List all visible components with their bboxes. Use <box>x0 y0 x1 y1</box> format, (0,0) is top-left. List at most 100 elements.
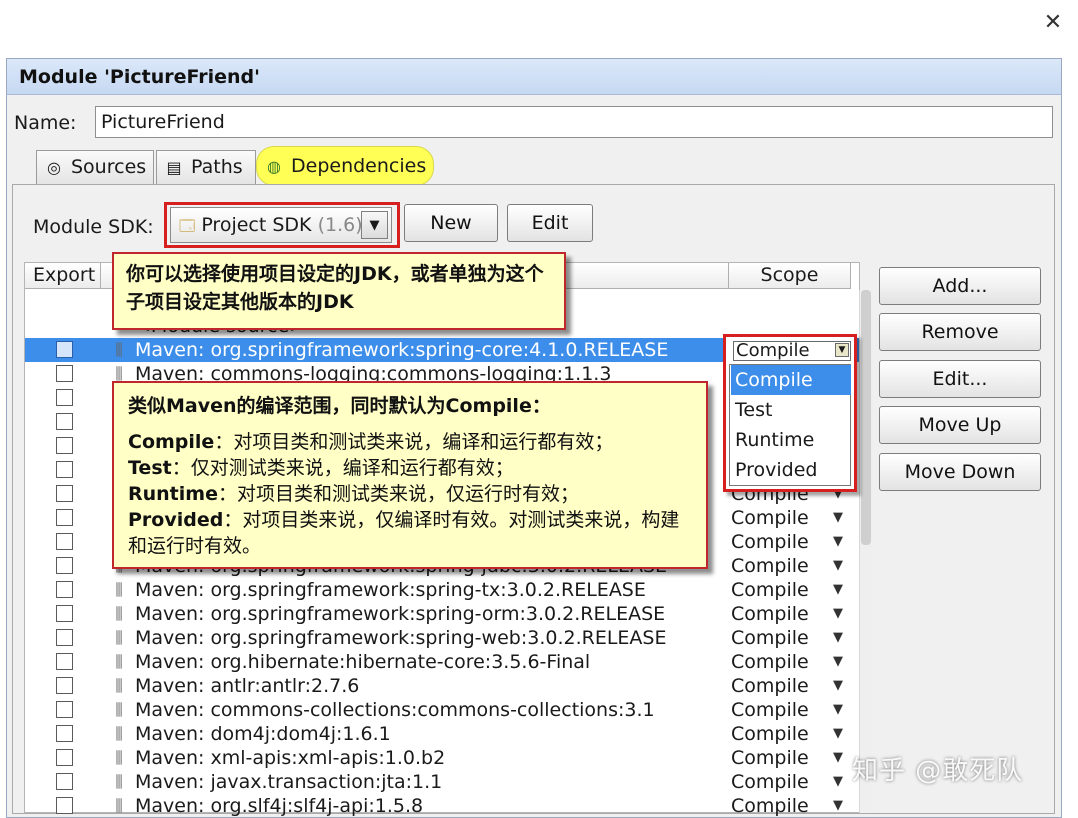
library-icon: ⫼ <box>115 340 123 359</box>
library-icon: ⫼ <box>115 580 123 599</box>
table-row[interactable]: ⫼ Maven: org.hibernate:hibernate-core:3.5… <box>25 650 859 674</box>
library-icon: ⫼ <box>115 772 123 791</box>
name-input[interactable]: PictureFriend <box>95 106 1053 138</box>
chevron-down-icon[interactable]: ▼ <box>833 770 843 794</box>
desc-runtime: ：对项目类和测试类来说，仅运行时有效； <box>217 483 579 505</box>
scope-value[interactable]: Compile <box>731 530 809 554</box>
dependency-name: Maven: org.slf4j:slf4j-api:1.5.8 <box>135 795 424 817</box>
export-checkbox[interactable] <box>56 509 73 526</box>
scope-value[interactable]: Compile <box>731 698 809 722</box>
scrollbar-thumb[interactable] <box>861 290 871 545</box>
scope-option-provided[interactable]: Provided <box>731 455 851 485</box>
term-runtime: Runtime <box>128 483 218 505</box>
scope-value[interactable]: Compile <box>731 578 809 602</box>
scope-option-runtime[interactable]: Runtime <box>731 425 851 455</box>
chevron-down-icon[interactable]: ▼ <box>361 211 388 239</box>
chevron-down-icon[interactable]: ▼ <box>833 674 843 698</box>
export-checkbox[interactable] <box>56 797 73 814</box>
export-checkbox[interactable] <box>56 629 73 646</box>
scope-value[interactable]: Compile <box>731 554 809 578</box>
table-row[interactable]: ⫼ Maven: org.slf4j:slf4j-api:1.5.8 Compile… <box>25 794 859 818</box>
export-checkbox[interactable] <box>56 389 73 406</box>
new-sdk-button[interactable]: New <box>404 204 498 242</box>
export-checkbox[interactable] <box>56 533 73 550</box>
export-checkbox[interactable] <box>56 605 73 622</box>
scope-value[interactable]: Compile <box>731 770 809 794</box>
table-row[interactable]: ⫼ Maven: javax.transaction:jta:1.1 Compile… <box>25 770 859 794</box>
export-checkbox[interactable] <box>56 725 73 742</box>
chevron-down-icon[interactable]: ▼ <box>833 602 843 626</box>
export-checkbox[interactable] <box>56 413 73 430</box>
library-icon: ⫼ <box>115 628 123 647</box>
scope-annotation-line-runtime: Runtime：对项目类和测试类来说，仅运行时有效； <box>128 481 696 507</box>
scope-annotation-line-compile: Compile：对项目类和测试类来说，编译和运行都有效； <box>128 429 696 455</box>
export-checkbox[interactable] <box>56 461 73 478</box>
table-row[interactable]: ⫼ Maven: org.springframework:spring-web:3… <box>25 626 859 650</box>
edit-sdk-button[interactable]: Edit <box>507 204 593 242</box>
scope-option-compile[interactable]: Compile <box>731 365 851 395</box>
dependency-name: Maven: javax.transaction:jta:1.1 <box>135 771 443 793</box>
table-row[interactable]: ⫼ Maven: antlr:antlr:2.7.6 Compile ▼ <box>25 674 859 698</box>
table-row[interactable]: ⫼ Maven: commons-collections:commons-coll… <box>25 698 859 722</box>
dependency-name: Maven: antlr:antlr:2.7.6 <box>135 675 360 697</box>
export-checkbox[interactable] <box>56 749 73 766</box>
export-checkbox[interactable] <box>56 485 73 502</box>
scope-value[interactable]: Compile <box>731 506 809 530</box>
chevron-down-icon[interactable]: ▼ <box>833 578 843 602</box>
table-row[interactable]: ⫼ Maven: org.springframework:spring-orm:3… <box>25 602 859 626</box>
tab-paths-label: Paths <box>191 156 243 178</box>
chevron-down-icon[interactable]: ▼ <box>833 626 843 650</box>
scope-value[interactable]: Compile <box>731 746 809 770</box>
chevron-down-icon[interactable]: ▼ <box>833 794 843 818</box>
export-checkbox[interactable] <box>56 437 73 454</box>
export-checkbox[interactable] <box>56 773 73 790</box>
chevron-down-icon[interactable]: ▼ <box>833 722 843 746</box>
export-checkbox[interactable] <box>56 365 73 382</box>
scope-value[interactable]: Compile <box>731 650 809 674</box>
export-checkbox[interactable] <box>56 653 73 670</box>
chevron-down-icon[interactable]: ▼ <box>833 506 843 530</box>
scope-column-header[interactable]: Scope <box>729 263 851 289</box>
add-button[interactable]: Add... <box>879 267 1041 305</box>
export-column-header[interactable]: Export <box>25 263 101 289</box>
chevron-down-icon[interactable]: ▼ <box>833 554 843 578</box>
scope-option-test[interactable]: Test <box>731 395 851 425</box>
move-up-button[interactable]: Move Up <box>879 406 1041 444</box>
dependency-name: Maven: org.springframework:spring-orm:3.… <box>135 603 666 625</box>
scope-value[interactable]: Compile <box>731 674 809 698</box>
desc-compile: ：对项目类和测试类来说，编译和运行都有效； <box>214 431 614 453</box>
chevron-down-icon[interactable]: ▼ <box>833 746 843 770</box>
table-row[interactable]: ⫼ Maven: xml-apis:xml-apis:1.0.b2 Compile ▼ <box>25 746 859 770</box>
chevron-down-icon[interactable]: ▼ <box>833 650 843 674</box>
scope-value[interactable]: Compile <box>731 602 809 626</box>
export-checkbox[interactable] <box>56 341 73 358</box>
remove-button[interactable]: Remove <box>879 313 1041 351</box>
chevron-down-icon[interactable]: ▼ <box>833 530 843 554</box>
tab-dependencies[interactable]: ◍ Dependencies <box>256 146 434 186</box>
term-test: Test <box>128 457 172 479</box>
export-checkbox[interactable] <box>56 557 73 574</box>
table-row[interactable]: ⫼ Maven: org.springframework:spring-tx:3.… <box>25 578 859 602</box>
scope-options-list: Compile Test Runtime Provided <box>729 364 851 486</box>
export-checkbox[interactable] <box>56 581 73 598</box>
chevron-down-icon[interactable]: ▼ <box>835 343 849 357</box>
export-checkbox[interactable] <box>56 677 73 694</box>
dependency-name: Maven: commons-collections:commons-colle… <box>135 699 655 721</box>
table-row[interactable]: ⫼ Maven: dom4j:dom4j:1.6.1 Compile ▼ <box>25 722 859 746</box>
scope-value[interactable]: Compile <box>731 626 809 650</box>
scope-value[interactable]: Compile <box>731 794 809 818</box>
scope-select[interactable]: Compile <box>733 341 851 361</box>
move-down-button[interactable]: Move Down <box>879 453 1041 491</box>
tab-paths[interactable]: ▤ Paths <box>156 150 256 184</box>
dialog-title: Module 'PictureFriend' <box>19 66 260 88</box>
close-icon[interactable]: ✕ <box>1040 10 1066 36</box>
module-sdk-select[interactable]: 🗔 Project SDK (1.6) <box>170 207 392 243</box>
export-checkbox[interactable] <box>56 701 73 718</box>
tab-sources[interactable]: ◎ Sources <box>36 150 154 184</box>
scope-value[interactable]: Compile <box>731 722 809 746</box>
scope-annotation-heading: 类似Maven的编译范围，同时默认为Compile： <box>128 395 551 417</box>
scope-annotation-line-test: Test：仅对测试类来说，编译和运行都有效； <box>128 455 696 481</box>
chevron-down-icon[interactable]: ▼ <box>833 698 843 722</box>
dependency-name: Maven: org.hibernate:hibernate-core:3.5.… <box>135 651 591 673</box>
edit-button[interactable]: Edit... <box>879 360 1041 398</box>
